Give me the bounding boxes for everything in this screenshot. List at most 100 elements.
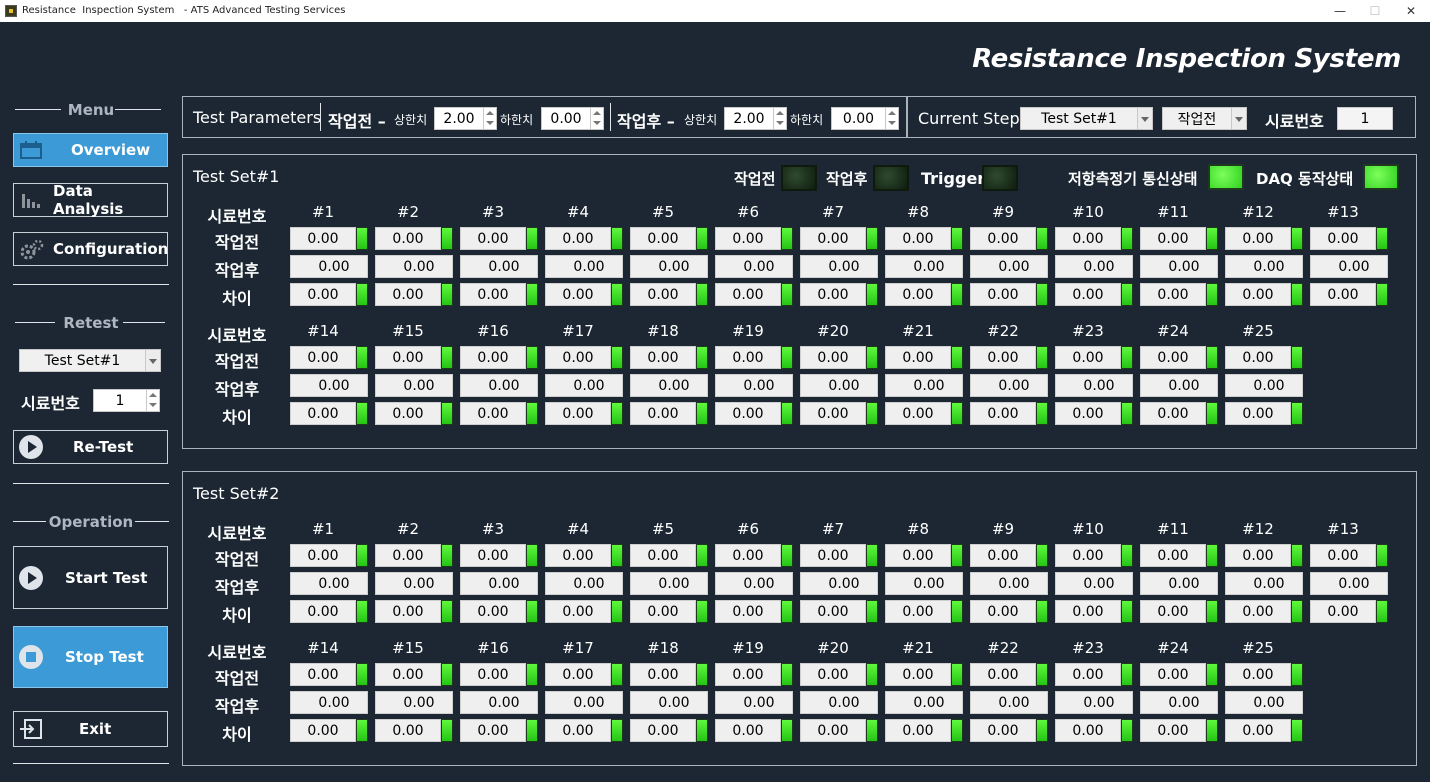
- spinner[interactable]: [885, 108, 898, 129]
- measurement-value: 0.00: [970, 255, 1048, 278]
- pass-indicator: [1291, 600, 1303, 623]
- spin-down-icon[interactable]: [886, 119, 898, 130]
- stop-test-label: Stop Test: [65, 648, 144, 666]
- measurement-value: 0.00: [545, 346, 611, 369]
- measurement-cell-diff: 0.00: [970, 283, 1048, 306]
- measurement-cell-pre: 0.00: [545, 346, 623, 369]
- pre-lower-input[interactable]: 0.00: [541, 107, 604, 130]
- measurement-cell-pre: 0.00: [1225, 544, 1303, 567]
- measurement-cell-post: 0.00: [290, 691, 368, 714]
- measurement-value: 0.00: [1140, 544, 1206, 567]
- pass-indicator: [866, 346, 878, 369]
- measurement-cell-diff: 0.00: [1225, 402, 1303, 425]
- spinner[interactable]: [773, 108, 786, 129]
- measurement-cell-diff: 0.00: [970, 719, 1048, 742]
- measurement-value: 0.00: [375, 719, 441, 742]
- measurement-value: 0.00: [630, 374, 708, 397]
- nav-overview-button[interactable]: Overview: [13, 133, 168, 167]
- measurement-value: 0.00: [715, 255, 793, 278]
- pass-indicator: [1206, 544, 1218, 567]
- sample-number-header: #3: [481, 203, 505, 221]
- pass-indicator: [1036, 283, 1048, 306]
- pass-indicator: [441, 227, 453, 250]
- measurement-cell-post: 0.00: [630, 374, 708, 397]
- nav-configuration-button[interactable]: Configuration: [13, 232, 168, 266]
- measurement-value: 0.00: [1140, 374, 1218, 397]
- measurement-value: 0.00: [630, 719, 696, 742]
- exit-button[interactable]: Exit: [13, 711, 168, 747]
- measurement-cell-post: 0.00: [630, 572, 708, 595]
- measurement-value: 0.00: [1055, 719, 1121, 742]
- post-lower-label: 하한치: [790, 113, 824, 127]
- retest-sample-input[interactable]: 1: [93, 389, 160, 412]
- status-post-led: [873, 165, 909, 191]
- sample-number-header: #21: [902, 322, 934, 340]
- current-step-phase-select[interactable]: 작업전: [1162, 107, 1247, 130]
- current-sample-label: 시료번호: [1265, 112, 1324, 131]
- measurement-cell-post: 0.00: [290, 374, 368, 397]
- spin-up-icon[interactable]: [147, 390, 159, 401]
- spin-down-icon[interactable]: [774, 119, 786, 130]
- pre-upper-input[interactable]: 2.00: [434, 107, 497, 130]
- chevron-down-icon[interactable]: [1231, 108, 1246, 129]
- calendar-icon: [19, 140, 43, 160]
- measurement-value: 0.00: [885, 691, 963, 714]
- maximize-button[interactable]: ☐: [1357, 2, 1393, 20]
- pass-indicator: [1121, 402, 1133, 425]
- measurement-value: 0.00: [290, 255, 368, 278]
- chevron-down-icon[interactable]: [145, 350, 160, 371]
- retest-button[interactable]: Re-Test: [13, 430, 168, 464]
- sample-number-header: #5: [651, 520, 675, 538]
- minimize-button[interactable]: —: [1322, 2, 1358, 20]
- spinner[interactable]: [590, 108, 603, 129]
- measurement-cell-diff: 0.00: [545, 600, 623, 623]
- retest-sample-label: 시료번호: [21, 394, 80, 413]
- stop-test-button[interactable]: Stop Test: [13, 626, 168, 688]
- spin-up-icon[interactable]: [886, 108, 898, 119]
- measurement-value: 0.00: [375, 283, 441, 306]
- post-lower-input[interactable]: 0.00: [831, 107, 899, 130]
- start-test-button[interactable]: Start Test: [13, 546, 168, 609]
- spinner[interactable]: [483, 108, 496, 129]
- retest-set-select[interactable]: Test Set#1: [19, 349, 161, 372]
- current-step-set-select[interactable]: Test Set#1: [1020, 107, 1153, 130]
- measurement-cell-post: 0.00: [1140, 691, 1218, 714]
- measurement-cell-diff: 0.00: [885, 402, 963, 425]
- pass-indicator: [1121, 283, 1133, 306]
- pass-indicator: [1376, 283, 1388, 306]
- measurement-cell-pre: 0.00: [545, 227, 623, 250]
- measurement-cell-post: 0.00: [800, 691, 878, 714]
- measurement-value: 0.00: [800, 719, 866, 742]
- pass-indicator: [1206, 600, 1218, 623]
- measurement-cell-post: 0.00: [970, 255, 1048, 278]
- measurement-value: 0.00: [545, 227, 611, 250]
- measurement-cell-diff: 0.00: [460, 402, 538, 425]
- measurement-value: 0.00: [460, 402, 526, 425]
- spinner[interactable]: [146, 390, 159, 411]
- measurement-value: 0.00: [970, 719, 1036, 742]
- pre-upper-label: 상한치: [394, 113, 428, 127]
- spin-up-icon[interactable]: [484, 108, 496, 119]
- spin-down-icon[interactable]: [591, 119, 603, 130]
- chevron-down-icon[interactable]: [1137, 108, 1152, 129]
- nav-data-analysis-button[interactable]: Data Analysis: [13, 182, 168, 218]
- measurement-value: 0.00: [630, 283, 696, 306]
- measurement-cell-pre: 0.00: [885, 663, 963, 686]
- measurement-cell-pre: 0.00: [1140, 663, 1218, 686]
- measurement-cell-post: 0.00: [800, 374, 878, 397]
- measurement-value: 0.00: [1140, 600, 1206, 623]
- post-upper-input[interactable]: 2.00: [724, 107, 787, 130]
- close-button[interactable]: ✕: [1393, 2, 1429, 20]
- measurement-value: 0.00: [1055, 283, 1121, 306]
- measurement-cell-post: 0.00: [715, 374, 793, 397]
- spin-up-icon[interactable]: [591, 108, 603, 119]
- measurement-value: 0.00: [800, 283, 866, 306]
- window-title: Resistance Inspection System - ATS Advan…: [22, 5, 346, 16]
- measurement-cell-pre: 0.00: [800, 663, 878, 686]
- measurement-value: 0.00: [970, 572, 1048, 595]
- spin-up-icon[interactable]: [774, 108, 786, 119]
- spin-down-icon[interactable]: [484, 119, 496, 130]
- pass-indicator: [441, 600, 453, 623]
- measurement-cell-diff: 0.00: [715, 283, 793, 306]
- spin-down-icon[interactable]: [147, 401, 159, 412]
